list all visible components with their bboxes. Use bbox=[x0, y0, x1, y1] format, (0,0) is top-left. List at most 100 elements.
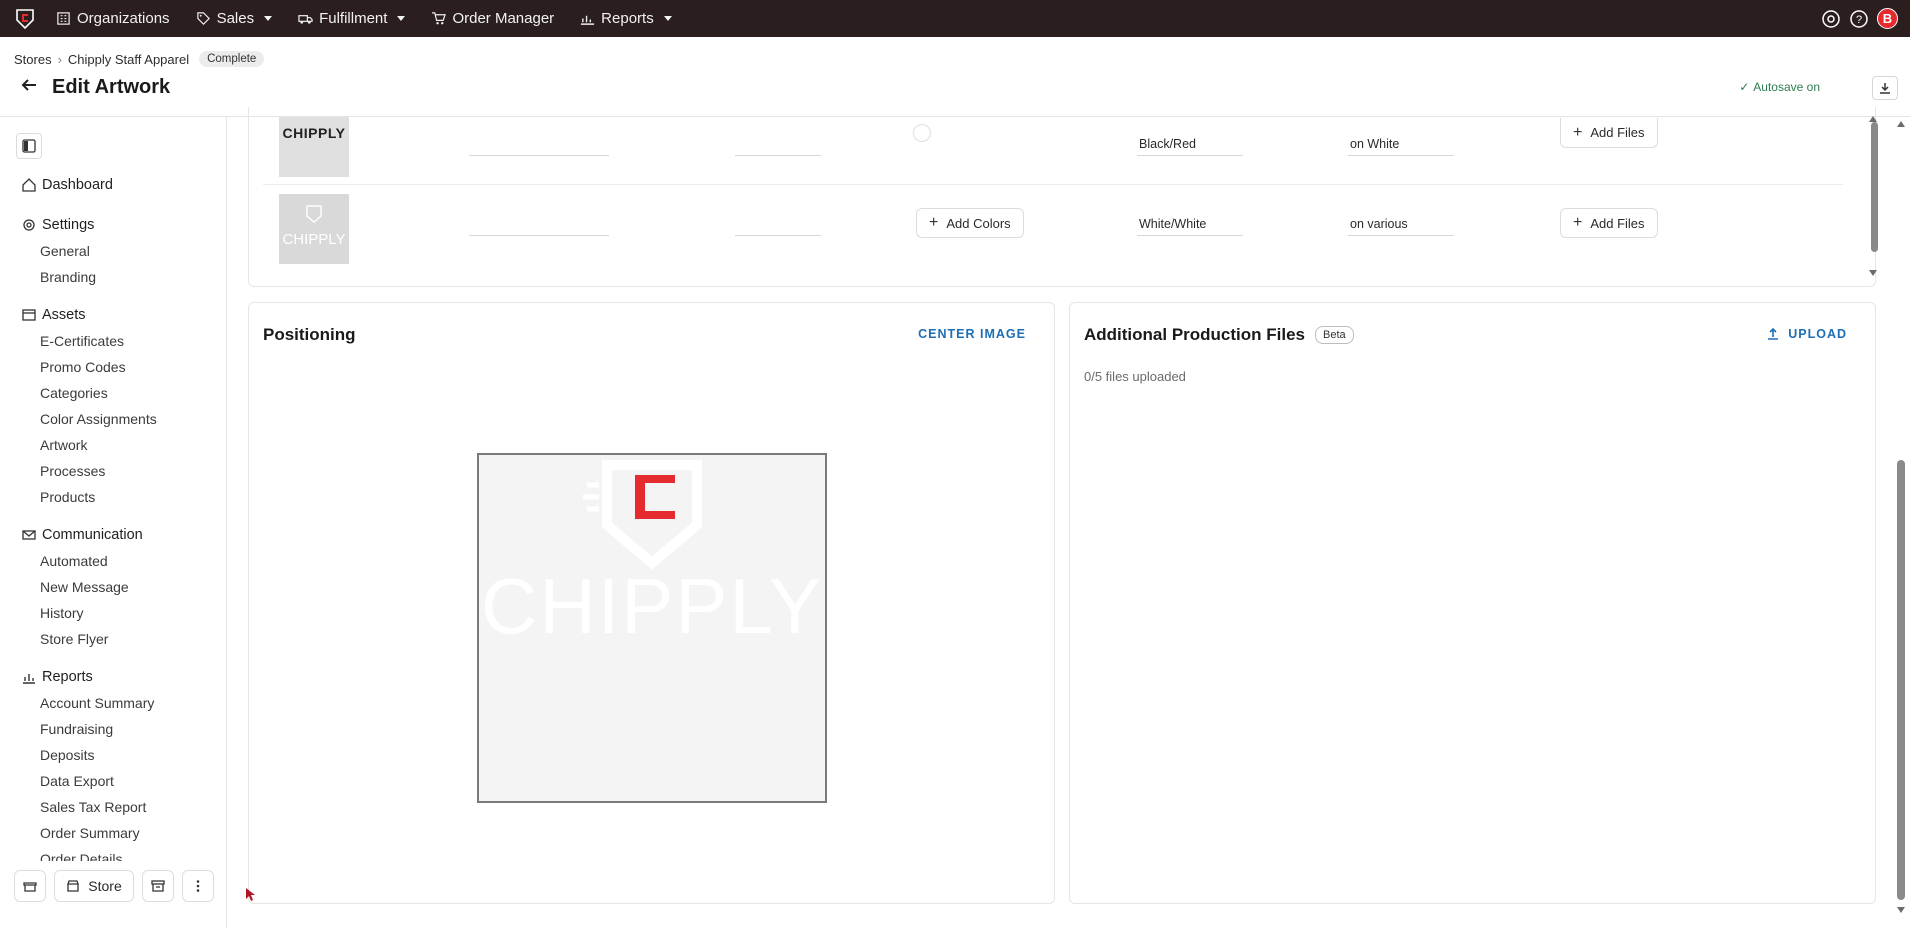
back-arrow-icon[interactable] bbox=[20, 76, 38, 99]
sidebar-item-data-export[interactable]: Data Export bbox=[40, 773, 114, 789]
sidebar: Dashboard Settings General Branding Asse… bbox=[0, 117, 227, 928]
sidebar-item-settings[interactable]: Settings bbox=[22, 217, 94, 233]
artwork-preview[interactable]: CHIPPLY bbox=[479, 455, 825, 801]
positioning-title-text: Positioning bbox=[263, 325, 356, 344]
page-scroll-up-icon[interactable] bbox=[1897, 121, 1905, 127]
chart-icon bbox=[581, 15, 595, 25]
name-field[interactable] bbox=[469, 235, 609, 236]
gear-icon bbox=[23, 219, 35, 231]
breadcrumb-store-name[interactable]: Chipply Staff Apparel bbox=[68, 52, 189, 67]
main-content: CHIPPLY Black/Red on White + Add Files C… bbox=[228, 107, 1890, 928]
nav-reports-label: Reports bbox=[601, 10, 654, 27]
production-files-title-text: Additional Production Files bbox=[1084, 325, 1305, 344]
add-files-button[interactable]: + Add Files bbox=[1560, 208, 1658, 238]
sidebar-section-label: Dashboard bbox=[42, 177, 113, 193]
sidebar-item-color-assignments[interactable]: Color Assignments bbox=[40, 411, 157, 427]
building-icon bbox=[57, 12, 70, 25]
page-scrollbar-thumb[interactable] bbox=[1897, 460, 1905, 900]
nav-fulfillment[interactable]: Fulfillment bbox=[298, 10, 406, 27]
nav-order-manager-label: Order Manager bbox=[452, 10, 555, 27]
sidebar-item-categories[interactable]: Categories bbox=[40, 385, 108, 401]
sidebar-item-dashboard[interactable]: Dashboard bbox=[22, 177, 113, 193]
plus-icon: + bbox=[929, 214, 939, 231]
sidebar-item-order-summary[interactable]: Order Summary bbox=[40, 825, 140, 841]
user-avatar[interactable]: B bbox=[1877, 8, 1898, 29]
upload-label: UPLOAD bbox=[1788, 327, 1847, 341]
home-icon bbox=[22, 178, 36, 192]
nav-organizations[interactable]: Organizations bbox=[56, 10, 170, 27]
background-value[interactable]: on White bbox=[1350, 137, 1399, 151]
download-button[interactable] bbox=[1872, 76, 1898, 100]
sidebar-item-branding[interactable]: Branding bbox=[40, 269, 96, 285]
upload-button[interactable]: UPLOAD bbox=[1766, 327, 1847, 341]
sidebar-item-e-certificates[interactable]: E-Certificates bbox=[40, 333, 124, 349]
name-field[interactable] bbox=[469, 155, 609, 156]
table-scrollbar[interactable] bbox=[1868, 112, 1878, 276]
sidebar-item-deposits[interactable]: Deposits bbox=[40, 747, 94, 763]
nav-organizations-label: Organizations bbox=[77, 10, 170, 27]
sidebar-item-store-flyer[interactable]: Store Flyer bbox=[40, 631, 108, 647]
chart-icon bbox=[23, 674, 35, 684]
store-button[interactable]: Store bbox=[54, 870, 134, 902]
sidebar-collapse-button[interactable] bbox=[16, 133, 42, 159]
archive-button[interactable] bbox=[142, 870, 174, 902]
cart-icon bbox=[432, 12, 447, 25]
help-icon[interactable]: ? bbox=[1849, 9, 1869, 29]
center-image-button[interactable]: CENTER IMAGE bbox=[918, 327, 1026, 341]
background-value[interactable]: on various bbox=[1350, 217, 1408, 231]
nav-order-manager[interactable]: Order Manager bbox=[431, 10, 554, 27]
storefront-button[interactable] bbox=[14, 870, 46, 902]
artwork-thumbnail[interactable]: CHIPPLY bbox=[279, 117, 349, 177]
more-options-button[interactable] bbox=[182, 870, 214, 902]
thread-color-underline bbox=[1137, 155, 1243, 156]
sidebar-item-communication[interactable]: Communication bbox=[22, 527, 143, 543]
sidebar-item-history[interactable]: History bbox=[40, 605, 84, 621]
sidebar-item-artwork[interactable]: Artwork bbox=[40, 437, 87, 453]
sidebar-item-automated[interactable]: Automated bbox=[40, 553, 108, 569]
add-files-label: Add Files bbox=[1590, 215, 1645, 231]
sidebar-item-assets[interactable]: Assets bbox=[22, 307, 86, 323]
sidebar-item-general[interactable]: General bbox=[40, 243, 90, 259]
sidebar-item-promo-codes[interactable]: Promo Codes bbox=[40, 359, 126, 375]
sidebar-item-products[interactable]: Products bbox=[40, 489, 95, 505]
code-field[interactable] bbox=[735, 235, 821, 236]
color-radio[interactable] bbox=[913, 124, 931, 142]
chipply-logo-icon[interactable] bbox=[12, 6, 38, 32]
sidebar-section-label: Reports bbox=[42, 669, 93, 685]
table-scrollbar-thumb[interactable] bbox=[1871, 122, 1878, 252]
sidebar-item-reports[interactable]: Reports bbox=[22, 669, 93, 685]
sidebar-item-order-details[interactable]: Order Details bbox=[40, 851, 122, 861]
sidebar-item-account-summary[interactable]: Account Summary bbox=[40, 695, 154, 711]
sidebar-item-fundraising[interactable]: Fundraising bbox=[40, 721, 113, 737]
breadcrumb-separator-icon: › bbox=[57, 51, 62, 67]
settings-gear-icon[interactable] bbox=[1821, 9, 1841, 29]
sidebar-item-sales-tax-report[interactable]: Sales Tax Report bbox=[40, 799, 146, 815]
add-colors-label: Add Colors bbox=[946, 215, 1011, 231]
top-navigation: Organizations Sales Fulfillment Order Ma… bbox=[0, 0, 1910, 37]
scroll-down-icon[interactable] bbox=[1869, 270, 1877, 276]
positioning-panel: Positioning CENTER IMAGE CHIPPLY bbox=[248, 302, 1055, 904]
sidebar-item-new-message[interactable]: New Message bbox=[40, 579, 129, 595]
nav-sales[interactable]: Sales bbox=[196, 10, 273, 27]
positioning-canvas[interactable]: CHIPPLY bbox=[477, 453, 827, 803]
breadcrumb-stores[interactable]: Stores bbox=[14, 52, 52, 67]
page-scroll-down-icon[interactable] bbox=[1897, 907, 1905, 913]
sidebar-section-label: Assets bbox=[42, 307, 86, 323]
nav-sales-label: Sales bbox=[216, 10, 255, 27]
page-scrollbar[interactable] bbox=[1892, 117, 1910, 928]
add-colors-button[interactable]: + Add Colors bbox=[916, 208, 1024, 238]
files-count: 0/5 files uploaded bbox=[1084, 369, 1186, 384]
thread-color-value[interactable]: Black/Red bbox=[1139, 137, 1196, 151]
mouse-cursor-icon bbox=[246, 888, 255, 901]
nav-reports[interactable]: Reports bbox=[580, 10, 672, 27]
thread-color-underline bbox=[1137, 235, 1243, 236]
code-field[interactable] bbox=[735, 155, 821, 156]
thread-color-value[interactable]: White/White bbox=[1139, 217, 1206, 231]
artwork-thumbnail[interactable]: CHIPPLY bbox=[279, 194, 349, 264]
beta-badge: Beta bbox=[1315, 326, 1354, 344]
positioning-title: Positioning bbox=[263, 325, 356, 345]
add-files-button[interactable]: + Add Files bbox=[1560, 118, 1658, 148]
nav-fulfillment-label: Fulfillment bbox=[319, 10, 388, 27]
sidebar-item-processes[interactable]: Processes bbox=[40, 463, 105, 479]
chevron-down-icon bbox=[397, 16, 406, 21]
